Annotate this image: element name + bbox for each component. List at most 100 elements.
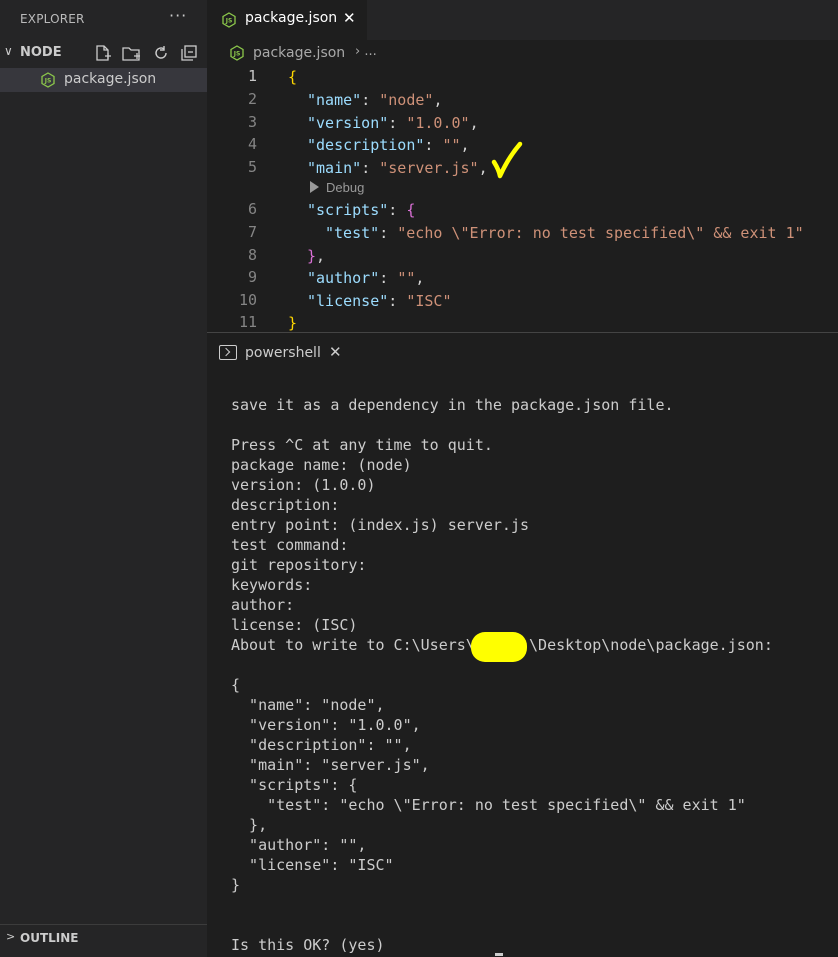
code-line: 2 "name": "node", bbox=[207, 89, 838, 111]
codelens-label: Debug bbox=[326, 180, 365, 195]
terminal-line: "test": "echo \"Error: no test specified… bbox=[231, 796, 746, 814]
explorer-title: EXPLORER bbox=[20, 12, 85, 26]
editor-tabbar: JS package.json ✕ bbox=[207, 0, 838, 40]
explorer-sidebar: EXPLORER ··· ∨ NODE JS package.json > OU… bbox=[0, 0, 207, 957]
code-line: 6 "scripts": { bbox=[207, 199, 838, 221]
code-line: 3 "version": "1.0.0", bbox=[207, 112, 838, 134]
comma: , bbox=[478, 159, 488, 177]
json-value: "1.0.0" bbox=[406, 114, 470, 132]
terminal-line: Is this OK? (yes) bbox=[231, 936, 385, 954]
comma: , bbox=[316, 247, 326, 265]
outline-label: OUTLINE bbox=[20, 931, 79, 945]
comma: , bbox=[469, 114, 479, 132]
line-number: 3 bbox=[247, 113, 257, 131]
code-line: 9 "author": "", bbox=[207, 267, 838, 289]
code-line: 1 { bbox=[207, 66, 838, 88]
colon: : bbox=[361, 91, 380, 109]
panel-tabbar: powershell ✕ bbox=[207, 333, 838, 375]
terminal-line: "version": "1.0.0", bbox=[231, 716, 421, 734]
file-name: package.json bbox=[64, 71, 157, 87]
bracket: { bbox=[288, 68, 298, 86]
json-key: "version" bbox=[307, 114, 389, 132]
json-key: "name" bbox=[307, 91, 362, 109]
terminal-line: Press ^C at any time to quit. bbox=[231, 436, 493, 454]
code-line: 7 "test": "echo \"Error: no test specifi… bbox=[207, 222, 838, 244]
chevron-down-icon: ∨ bbox=[4, 44, 13, 58]
new-file-icon[interactable] bbox=[94, 44, 112, 62]
terminal-line: "license": "ISC" bbox=[231, 856, 394, 874]
json-value: "node" bbox=[379, 91, 434, 109]
bracket: } bbox=[307, 247, 317, 265]
breadcrumb-file[interactable]: package.json bbox=[253, 45, 345, 61]
line-number: 8 bbox=[247, 246, 257, 264]
json-key: "scripts" bbox=[307, 201, 389, 219]
line-number: 6 bbox=[247, 200, 257, 218]
folder-name: NODE bbox=[20, 45, 62, 60]
json-value: "" bbox=[442, 136, 461, 154]
tab-powershell[interactable]: powershell bbox=[245, 345, 321, 361]
close-icon[interactable]: ✕ bbox=[343, 9, 356, 27]
comma: , bbox=[460, 136, 470, 154]
json-key: "author" bbox=[307, 269, 380, 287]
outline-section[interactable]: > OUTLINE bbox=[0, 924, 207, 950]
terminal-line: package name: (node) bbox=[231, 456, 412, 474]
line-number: 10 bbox=[238, 291, 257, 309]
terminal-line: "scripts": { bbox=[231, 776, 358, 794]
breadcrumb: JS package.json › ... bbox=[207, 40, 838, 66]
json-value: "ISC" bbox=[406, 292, 452, 310]
line-number: 2 bbox=[247, 90, 257, 108]
terminal-line: "name": "node", bbox=[231, 696, 385, 714]
terminal-panel: powershell ✕ save it as a dependency in … bbox=[207, 332, 838, 957]
line-number: 4 bbox=[247, 135, 257, 153]
more-actions-icon[interactable]: ··· bbox=[169, 6, 187, 25]
colon: : bbox=[361, 159, 380, 177]
breadcrumb-separator[interactable]: › ... bbox=[355, 44, 377, 59]
folder-node[interactable]: ∨ NODE bbox=[0, 42, 207, 64]
comma: , bbox=[433, 91, 443, 109]
refresh-icon[interactable] bbox=[152, 44, 170, 62]
colon: : bbox=[388, 292, 407, 310]
json-value: "echo \"Error: no test specified\" && ex… bbox=[397, 224, 804, 242]
play-icon bbox=[310, 181, 319, 193]
nodejs-file-icon: JS bbox=[40, 72, 56, 92]
json-value: "server.js" bbox=[379, 159, 479, 177]
colon: : bbox=[424, 136, 443, 154]
colon: : bbox=[379, 269, 398, 287]
terminal-line: } bbox=[231, 876, 241, 894]
colon: : bbox=[388, 201, 407, 219]
colon: : bbox=[379, 224, 398, 242]
terminal-line: { bbox=[231, 676, 241, 694]
terminal-line: }, bbox=[231, 816, 268, 834]
terminal-line: version: (1.0.0) bbox=[231, 476, 376, 494]
bracket: { bbox=[406, 201, 416, 219]
terminal-output[interactable]: save it as a dependency in the package.j… bbox=[231, 395, 831, 957]
explorer-header: EXPLORER ··· bbox=[0, 0, 207, 38]
terminal-line: "main": "server.js", bbox=[231, 756, 430, 774]
tab-package-json[interactable]: JS package.json ✕ bbox=[207, 0, 367, 40]
tab-label: package.json bbox=[245, 10, 338, 26]
collapse-all-icon[interactable] bbox=[180, 44, 198, 62]
terminal-line: save it as a dependency in the package.j… bbox=[231, 396, 674, 414]
line-number: 5 bbox=[247, 158, 257, 176]
terminal-line: keywords: bbox=[231, 576, 313, 594]
close-icon[interactable]: ✕ bbox=[329, 343, 342, 361]
bracket: } bbox=[288, 314, 298, 332]
new-folder-icon[interactable] bbox=[122, 44, 140, 62]
terminal-line: author: bbox=[231, 596, 295, 614]
terminal-line: "description": "", bbox=[231, 736, 412, 754]
svg-text:JS: JS bbox=[233, 51, 241, 58]
line-number: 7 bbox=[247, 223, 257, 241]
terminal-line: "author": "", bbox=[231, 836, 367, 854]
json-key: "test" bbox=[325, 224, 380, 242]
nodejs-file-icon: JS bbox=[221, 12, 237, 32]
code-editor[interactable]: 1 { 2 "name": "node", 3 "version": "1.0.… bbox=[207, 66, 838, 332]
terminal-line: description: bbox=[231, 496, 340, 514]
debug-codelens[interactable]: Debug bbox=[310, 180, 364, 195]
terminal-line: license: (ISC) bbox=[231, 616, 358, 634]
json-value: "" bbox=[397, 269, 416, 287]
terminal-line: git repository: bbox=[231, 556, 367, 574]
line-number: 9 bbox=[247, 268, 257, 286]
line-number: 1 bbox=[247, 67, 257, 85]
colon: : bbox=[388, 114, 407, 132]
file-item-package-json[interactable]: JS package.json bbox=[0, 68, 207, 92]
